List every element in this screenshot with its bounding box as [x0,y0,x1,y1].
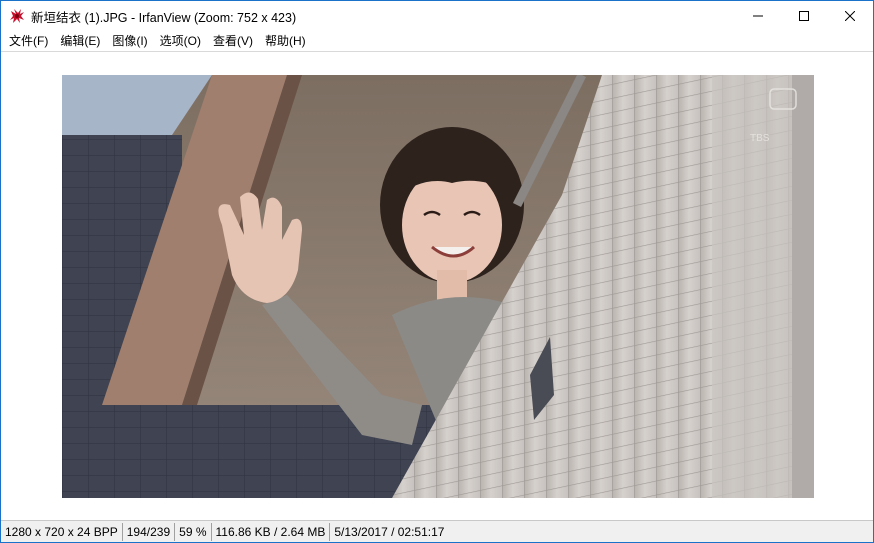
status-dimensions: 1280 x 720 x 24 BPP [1,522,123,541]
tbs-watermark: TBS [750,133,770,144]
menu-edit[interactable]: 编辑(E) [54,31,106,51]
menu-view[interactable]: 查看(V) [207,31,259,51]
menu-help[interactable]: 帮助(H) [259,31,312,51]
menu-file[interactable]: 文件(F) [3,31,54,51]
menu-options[interactable]: 选项(O) [154,31,207,51]
maximize-button[interactable] [781,1,827,31]
window-controls [735,1,873,31]
status-bar: 1280 x 720 x 24 BPP 194/239 59 % 116.86 … [1,520,873,542]
menu-bar: 文件(F) 编辑(E) 图像(I) 选项(O) 查看(V) 帮助(H) [1,31,873,52]
irfanview-window: 新垣结衣 (1).JPG - IrfanView (Zoom: 752 x 42… [0,0,874,543]
status-file-index: 194/239 [123,522,176,541]
minimize-button[interactable] [735,1,781,31]
close-button[interactable] [827,1,873,31]
photo-illustration: TBS [62,75,814,498]
displayed-photo[interactable]: TBS [62,75,814,498]
window-title: 新垣结衣 (1).JPG - IrfanView (Zoom: 752 x 42… [31,10,297,25]
status-zoom: 59 % [175,522,212,541]
menu-image[interactable]: 图像(I) [106,31,153,51]
irfanview-app-icon[interactable] [9,8,25,24]
status-datetime: 5/13/2017 / 02:51:17 [334,524,445,539]
title-bar[interactable]: 新垣结衣 (1).JPG - IrfanView (Zoom: 752 x 42… [1,1,873,31]
minimize-icon [753,15,763,17]
image-viewport[interactable]: TBS [1,53,873,520]
close-icon [845,11,855,21]
maximize-icon [799,11,809,21]
status-file-size: 116.86 KB / 2.64 MB [212,522,331,541]
